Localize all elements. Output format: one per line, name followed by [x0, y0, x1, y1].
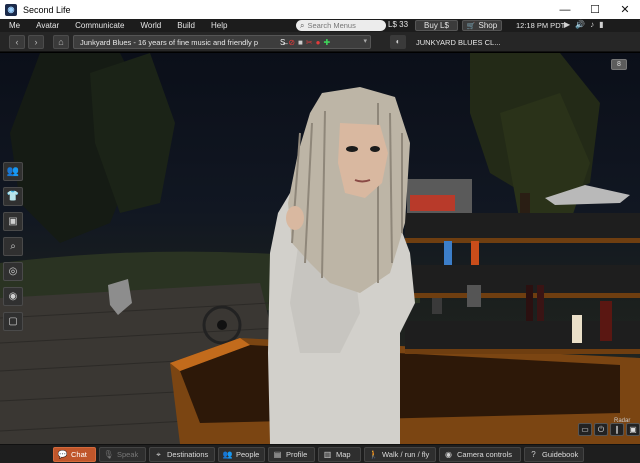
search-menus-input[interactable]: ⌕ Search Menus [296, 20, 386, 31]
navigation-bar: ‹ › ⌂ Junkyard Blues - 16 years of fine … [0, 32, 640, 52]
camera-label: Camera controls [457, 450, 513, 459]
maximize-button[interactable]: ☐ [580, 0, 610, 19]
search-icon: ⌕ [300, 20, 305, 30]
corner-controls: ▭ ⏻ ∥ ▣ [578, 423, 640, 436]
menu-communicate[interactable]: Communicate [67, 21, 132, 30]
menu-bar: Me Avatar Communicate World Build Help ⌕… [0, 19, 640, 32]
inventory-icon[interactable]: ▣ [3, 212, 23, 231]
avatar-icon[interactable]: 👥 [3, 162, 23, 181]
landmark-icon[interactable]: ◐ [390, 35, 406, 49]
left-toolbar: 👥 👕 ▣ ⌕ ◎ ◉ ▢ [3, 162, 23, 337]
destination-pin-icon: ⌖ [156, 449, 161, 459]
menu-build[interactable]: Build [169, 21, 203, 30]
camera-preset-icon[interactable]: 8 [611, 59, 627, 70]
media-play-icon[interactable]: ▶ [564, 20, 570, 29]
forward-button[interactable]: › [28, 35, 44, 49]
second-life-logo-icon: ◉ [5, 3, 17, 16]
speak-label: Speak [117, 450, 139, 459]
no-voice-icon: S̶ [280, 37, 286, 47]
shop-button[interactable]: 🛒 Shop [462, 20, 502, 31]
voice-icon[interactable]: ◉ [3, 287, 23, 306]
destinations-label: Destinations [167, 450, 209, 459]
appearance-icon[interactable]: 👕 [3, 187, 23, 206]
voice-settings-icon[interactable]: ⏻ [594, 423, 608, 436]
volume-icon[interactable]: 🔊 [575, 20, 585, 29]
shop-label: Shop [478, 21, 498, 30]
no-fly-icon: ⊘ [288, 37, 296, 47]
back-button[interactable]: ‹ [9, 35, 25, 49]
no-build-icon: ■ [298, 37, 303, 47]
scene-render [0, 53, 640, 444]
no-push-icon: ● [315, 37, 321, 47]
location-text: Junkyard Blues - 16 years of fine music … [80, 37, 259, 47]
menu-me[interactable]: Me [0, 21, 28, 30]
people-label: People [236, 450, 260, 459]
health-icon: ✚ [323, 37, 331, 47]
bandwidth-icon[interactable]: ▮ [599, 20, 603, 29]
chat-bubble-icon: 💬 [57, 450, 68, 459]
home-button[interactable]: ⌂ [53, 35, 69, 49]
gallery-icon[interactable]: ▭ [578, 423, 592, 436]
favorite-landmark[interactable]: JUNKYARD BLUES CL... [416, 38, 500, 47]
places-icon[interactable]: ◎ [3, 262, 23, 281]
camera-controls-button[interactable]: ◉ Camera controls [439, 447, 521, 462]
snapshot-icon[interactable]: ▢ [3, 312, 23, 331]
window-controls: — ☐ ✕ [550, 0, 640, 19]
window-title: Second Life [23, 4, 71, 15]
profile-card-icon: ▤ [273, 450, 282, 459]
minimize-button[interactable]: — [550, 0, 580, 19]
menu-help[interactable]: Help [203, 21, 235, 30]
close-button[interactable]: ✕ [610, 0, 640, 19]
map-label: Map [336, 450, 351, 459]
eye-icon: ◉ [445, 450, 452, 459]
window-titlebar: ◉ Second Life — ☐ ✕ [0, 0, 640, 19]
guidebook-label: Guidebook [542, 450, 579, 459]
map-icon: ▥ [323, 450, 332, 459]
location-dropdown-icon[interactable]: ▾ [363, 37, 367, 45]
menu-avatar[interactable]: Avatar [28, 21, 67, 30]
speak-button[interactable]: 🎙 Speak [99, 447, 146, 462]
buy-linden-button[interactable]: Buy L$ [415, 20, 458, 31]
status-tray: ▶ 🔊 ♪ ▮ [564, 20, 604, 29]
parcel-properties: S̶ ⊘ ■ ✂ ● ✚ [280, 38, 330, 47]
cart-icon: 🛒 [466, 22, 476, 30]
pause-icon[interactable]: ∥ [610, 423, 624, 436]
world-viewport[interactable]: 8 [0, 53, 640, 444]
chat-button[interactable]: 💬 Chat [53, 447, 96, 462]
walk-label: Walk / run / fly [382, 450, 430, 459]
linden-balance: L$ 33 [388, 20, 409, 29]
question-icon: ? [531, 450, 536, 459]
microphone-icon: 🎙 [103, 450, 114, 459]
walking-person-icon: 🚶 [368, 450, 379, 459]
search-placeholder: Search Menus [307, 21, 356, 30]
search-icon[interactable]: ⌕ [3, 237, 23, 256]
bottom-toolbar: 💬 Chat 🎙 Speak ⌖ Destinations 👥 People ▤… [0, 444, 640, 463]
clock: 12:18 PM PDT [516, 21, 566, 30]
profile-label: Profile [286, 450, 308, 459]
guidebook-button[interactable]: ? Guidebook [524, 447, 584, 462]
no-scripts-icon: ✂ [305, 37, 313, 47]
people-button[interactable]: 👥 People [218, 447, 265, 462]
profile-button[interactable]: ▤ Profile [268, 447, 315, 462]
conversation-icon[interactable]: ▣ [626, 423, 640, 436]
stream-icon[interactable]: ♪ [590, 20, 594, 29]
map-button[interactable]: ▥ Map [318, 447, 361, 462]
destinations-button[interactable]: ⌖ Destinations [149, 447, 215, 462]
walk-run-fly-button[interactable]: 🚶 Walk / run / fly [364, 447, 436, 462]
location-field[interactable]: Junkyard Blues - 16 years of fine music … [73, 35, 371, 49]
people-icon: 👥 [222, 450, 233, 459]
chat-label: Chat [71, 450, 87, 459]
menu-world[interactable]: World [132, 21, 169, 30]
